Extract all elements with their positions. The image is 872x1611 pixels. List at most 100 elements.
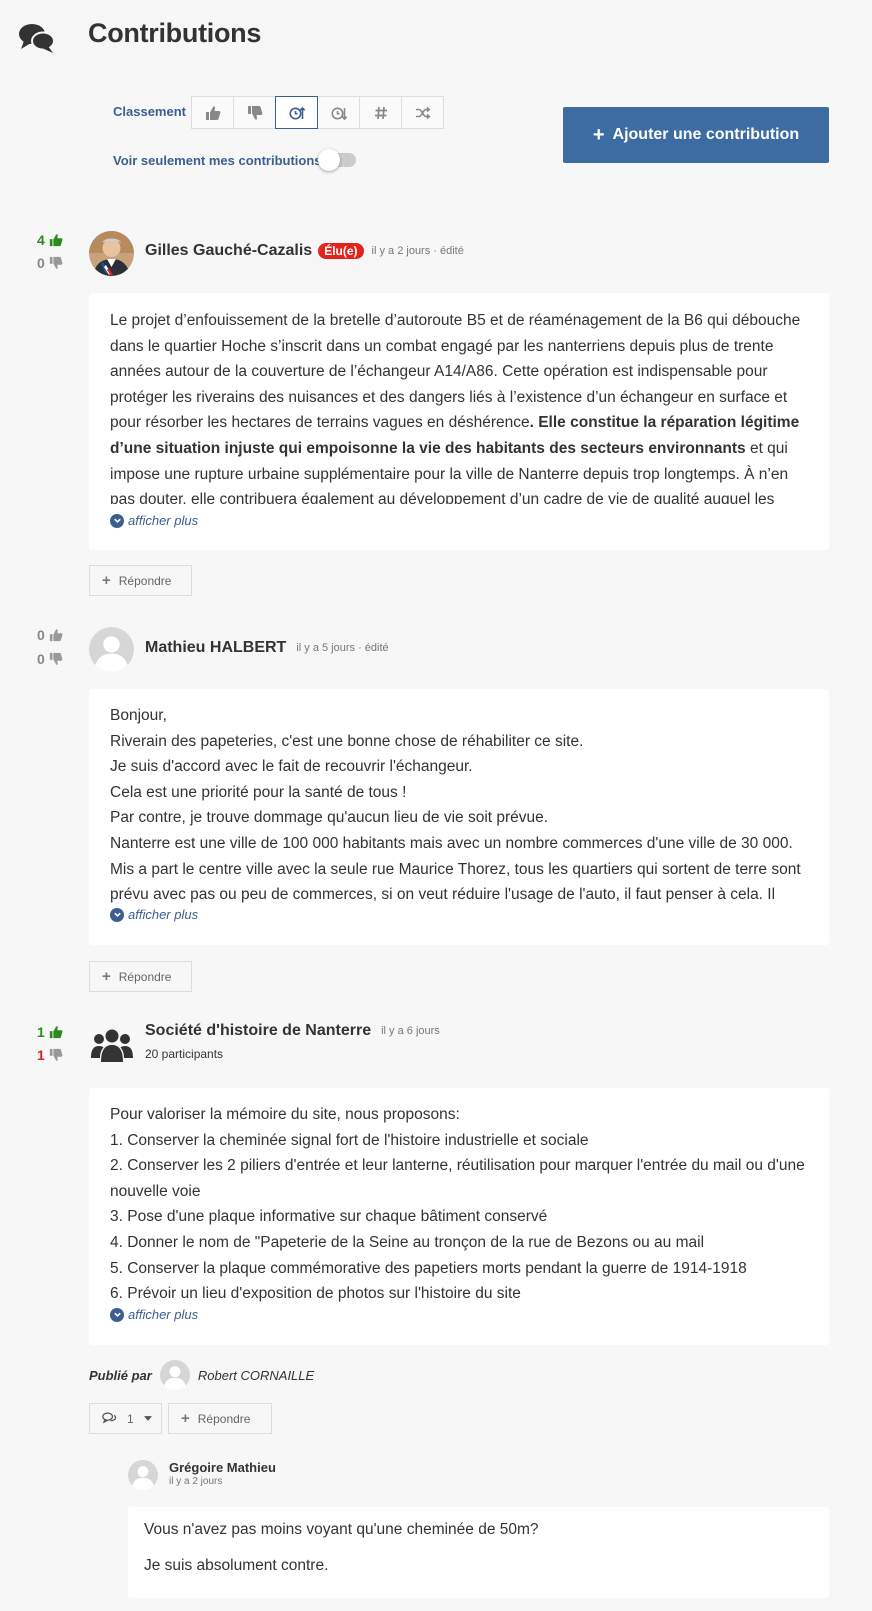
text-line: 3. Pose d'une plaque informative sur cha… (110, 1208, 548, 1226)
sort-newest-button[interactable] (275, 96, 318, 129)
toggle-knob (318, 149, 340, 171)
sort-button-group (191, 96, 444, 129)
text-line: 4. Donner le nom de "Papeterie de la Sei… (110, 1233, 705, 1251)
chevron-down-icon (110, 513, 124, 528)
thumbs-up-icon (49, 1025, 63, 1039)
plus-icon: + (181, 1410, 190, 1427)
reply-card: Vous n'avez pas moins voyant qu'une chem… (128, 1507, 829, 1598)
replies-count: 1 (127, 1411, 134, 1426)
chevron-down-icon (110, 907, 124, 922)
contribution-card: Le projet d’enfouissement de la bretelle… (89, 293, 829, 550)
downvote-count: 0 (37, 651, 45, 667)
author-line: Mathieu HALBERT il y a 5 jours · édité (145, 639, 389, 657)
plus-icon: + (102, 572, 111, 589)
publisher-name[interactable]: Robert CORNAILLE (198, 1368, 314, 1383)
text-line: 2. Conserver les 2 piliers d'entrée et l… (110, 1157, 805, 1200)
avatar[interactable] (160, 1360, 190, 1390)
text-line: Riverain des papeteries, c'est une bonne… (110, 732, 584, 750)
contribution-text: Pour valoriser la mémoire du site, nous … (110, 1102, 810, 1302)
downvote-button[interactable]: 1 (37, 1047, 63, 1063)
plus-icon: + (102, 968, 111, 985)
thumbs-down-icon (49, 1048, 63, 1062)
text-line: 5. Conserver la plaque commémorative des… (110, 1259, 747, 1277)
downvote-count: 1 (37, 1047, 45, 1063)
upvote-button[interactable]: 4 (37, 232, 63, 248)
thumbs-up-icon (49, 628, 63, 642)
thumbs-up-icon (205, 105, 221, 121)
contribution-text: Bonjour, Riverain des papeteries, c'est … (110, 703, 810, 903)
thumbs-up-icon (49, 233, 63, 247)
comments-icon (18, 22, 56, 54)
elected-badge: Élu(e) (318, 243, 364, 259)
add-contribution-button[interactable]: + Ajouter une contribution (563, 107, 829, 163)
sort-random-button[interactable] (401, 96, 444, 129)
reply-button[interactable]: + Répondre (89, 961, 192, 992)
published-by: Publié par Robert CORNAILLE (89, 1360, 314, 1390)
author-name[interactable]: Société d'histoire de Nanterre (145, 1022, 371, 1040)
text-line: 1. Conserver la cheminée signal fort de … (110, 1131, 589, 1149)
avatar[interactable] (89, 627, 134, 672)
mine-only-toggle[interactable] (318, 149, 356, 171)
author-name[interactable]: Gilles Gauché-Cazalis (145, 242, 312, 260)
downvote-button[interactable]: 0 (37, 255, 63, 271)
show-more-label: afficher plus (128, 513, 199, 528)
reply-label: Répondre (197, 1411, 251, 1426)
chevron-down-icon (110, 1307, 124, 1322)
thumbs-down-icon (49, 652, 63, 666)
text-line: Cela est une priorité pour la santé de t… (110, 783, 407, 801)
author-name[interactable]: Mathieu HALBERT (145, 639, 286, 657)
avatar[interactable] (89, 231, 134, 276)
reply-button[interactable]: + Répondre (89, 565, 192, 596)
upvote-count: 0 (37, 627, 45, 643)
reply-label: Répondre (118, 573, 172, 588)
shuffle-icon (415, 106, 430, 119)
sort-most-disliked-button[interactable] (233, 96, 276, 129)
author-line: Gilles Gauché-Cazalis Élu(e) il y a 2 jo… (145, 242, 464, 260)
sort-number-button[interactable] (359, 96, 402, 129)
show-more-link[interactable]: afficher plus (110, 1307, 198, 1322)
avatar[interactable] (128, 1460, 158, 1490)
upvote-button[interactable]: 1 (37, 1024, 63, 1040)
reply-button[interactable]: + Répondre (168, 1403, 272, 1434)
caret-down-icon (143, 1416, 152, 1421)
reply-label: Répondre (118, 969, 172, 984)
text-line: Bonjour, (110, 707, 167, 724)
text-line: Je suis absolument contre. (144, 1557, 329, 1574)
show-more-label: afficher plus (128, 1307, 199, 1322)
show-more-link[interactable]: afficher plus (110, 513, 198, 528)
show-more-link[interactable]: afficher plus (110, 907, 198, 922)
add-contribution-label: Ajouter une contribution (612, 126, 800, 143)
clock-arrow-up-icon (289, 106, 305, 119)
timestamp: il y a 2 jours · édité (371, 245, 464, 257)
upvote-button[interactable]: 0 (37, 627, 63, 643)
text-line: Vous n'avez pas moins voyant qu'une chem… (144, 1521, 539, 1538)
participants-count: 20 participants (145, 1047, 224, 1061)
comments-icon (102, 1412, 117, 1424)
sort-oldest-button[interactable] (317, 96, 360, 129)
thumbs-down-icon (49, 256, 63, 270)
clock-arrow-down-icon (331, 107, 347, 120)
text-line: 6. Prévoir un lieu d'exposition de photo… (110, 1285, 521, 1302)
text-line: Pour valoriser la mémoire du site, nous … (110, 1106, 460, 1123)
hash-icon (374, 106, 387, 119)
text-line: Nanterre est une ville de 100 000 habita… (110, 834, 793, 852)
downvote-button[interactable]: 0 (37, 651, 63, 667)
contribution-card: Bonjour, Riverain des papeteries, c'est … (89, 689, 829, 945)
sort-label: Classement (113, 104, 186, 119)
mine-only-label: Voir seulement mes contributions (113, 153, 322, 168)
text-line: Par contre, je trouve dommage qu'aucun l… (110, 809, 549, 827)
timestamp: il y a 5 jours · édité (296, 642, 389, 654)
author-line: Société d'histoire de Nanterre il y a 6 … (145, 1022, 440, 1040)
thumbs-down-icon (247, 105, 263, 121)
text-line: Mis a part le centre ville avec la seule… (110, 860, 801, 903)
upvote-count: 1 (37, 1024, 45, 1040)
plus-icon: + (592, 124, 605, 146)
sort-most-liked-button[interactable] (191, 96, 234, 129)
reply-author-name[interactable]: Grégoire Mathieu (169, 1460, 276, 1475)
downvote-count: 0 (37, 255, 45, 271)
show-more-label: afficher plus (128, 907, 199, 922)
contribution-card: Pour valoriser la mémoire du site, nous … (89, 1088, 829, 1345)
text-line: Je suis d'accord avec le fait de recouvr… (110, 758, 473, 776)
published-by-label: Publié par (89, 1367, 152, 1383)
show-replies-button[interactable]: 1 (89, 1403, 162, 1434)
